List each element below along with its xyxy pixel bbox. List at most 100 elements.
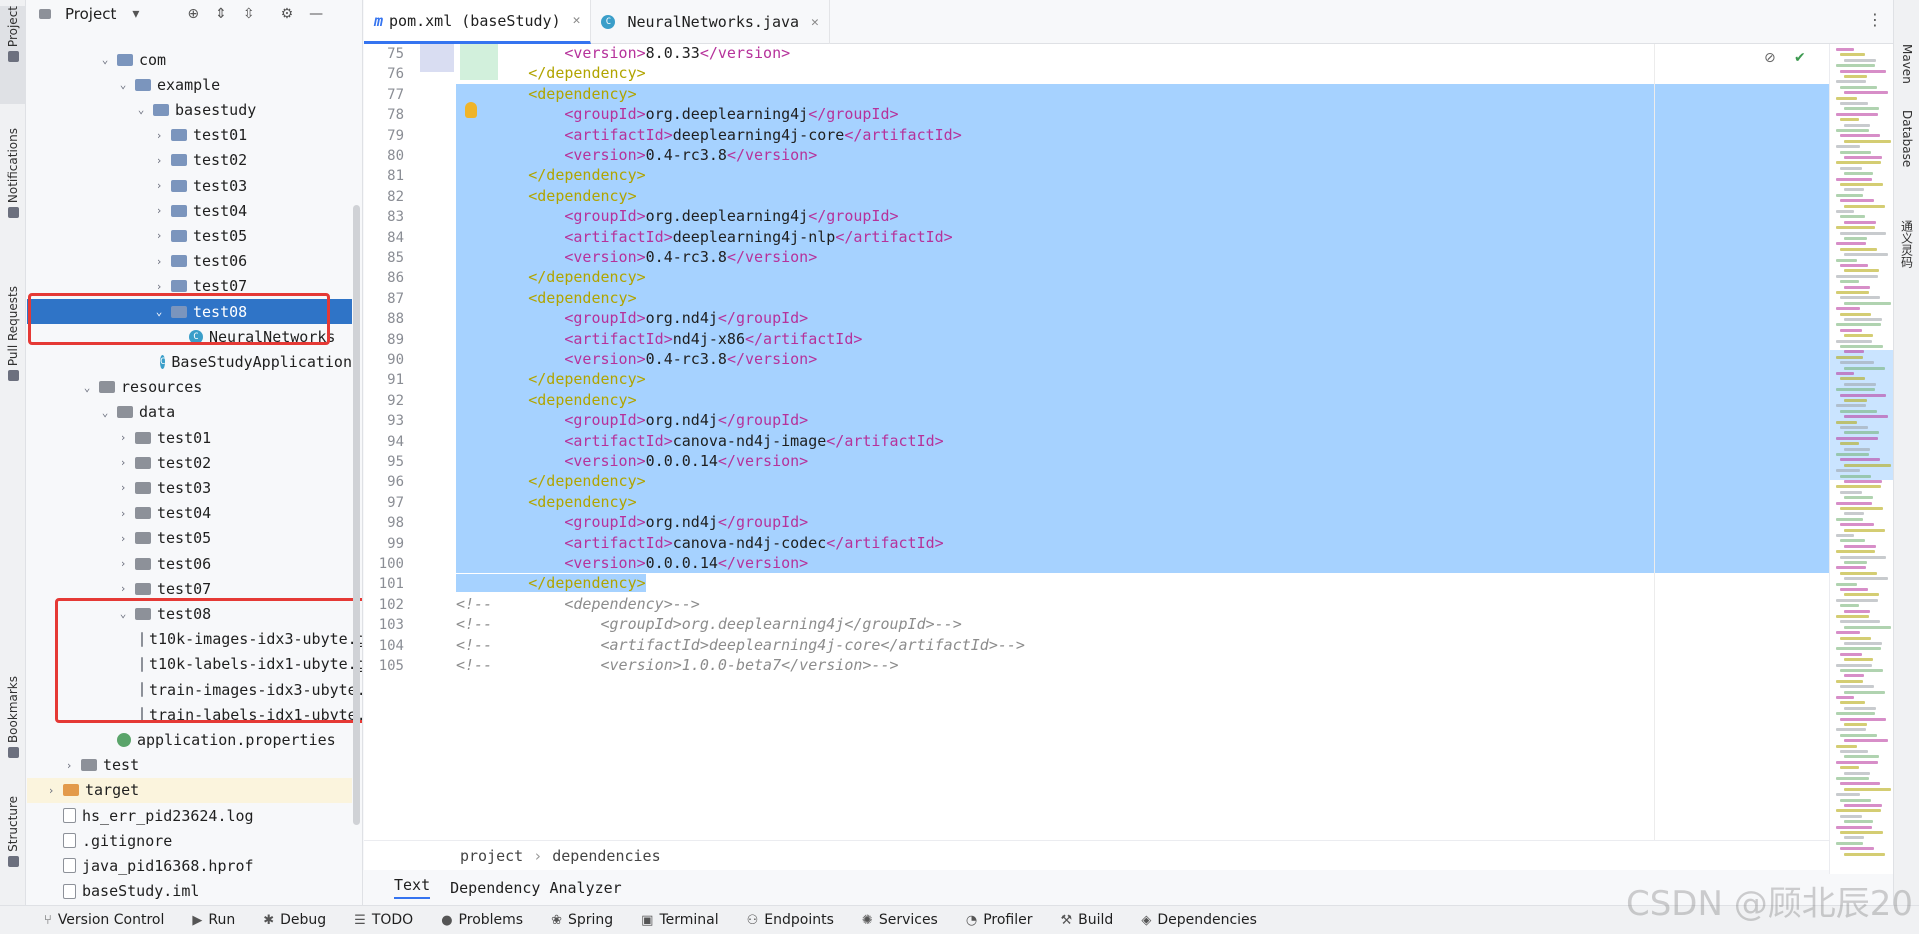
- code-line[interactable]: <groupId>org.nd4j</groupId>: [456, 512, 1829, 533]
- tool-tab-pull-requests[interactable]: Pull Requests: [0, 286, 26, 414]
- code-line[interactable]: </dependency>: [456, 63, 1829, 83]
- tree-item[interactable]: › test03: [27, 173, 352, 198]
- tree-item[interactable]: hs_err_pid23624.log: [27, 803, 352, 828]
- tree-item[interactable]: ⌄ data: [27, 400, 352, 425]
- tree-item[interactable]: baseStudy.iml: [27, 879, 352, 904]
- code-line[interactable]: <dependency>: [456, 491, 1829, 513]
- toolwindow-debug[interactable]: ✱ Debug: [263, 912, 326, 928]
- toolwindow-dependencies[interactable]: ◈ Dependencies: [1141, 912, 1257, 928]
- project-title[interactable]: Project: [65, 5, 116, 23]
- toolwindow-services[interactable]: ✺ Services: [862, 912, 938, 928]
- toolwindow-build[interactable]: ⚒ Build: [1061, 912, 1114, 928]
- tree-item[interactable]: › test04: [27, 501, 352, 526]
- toolwindow-terminal[interactable]: ▣ Terminal: [641, 912, 718, 928]
- tool-tab-bookmarks[interactable]: Bookmarks: [0, 676, 26, 772]
- code-line[interactable]: </dependency>: [456, 573, 1829, 593]
- chevron-right-icon[interactable]: ›: [153, 204, 165, 217]
- chevron-right-icon[interactable]: ›: [117, 582, 129, 595]
- chevron-down-icon[interactable]: ⌄: [81, 381, 93, 394]
- tree-item[interactable]: java_pid16368.hprof: [27, 853, 352, 878]
- breadcrumb-project[interactable]: project: [460, 847, 523, 865]
- toolwindow-endpoints[interactable]: ⚇ Endpoints: [747, 912, 834, 928]
- locate-icon[interactable]: ⊕: [187, 6, 199, 22]
- code-line[interactable]: <dependency>: [456, 185, 1829, 207]
- code-line[interactable]: <version>0.4-rc3.8</version>: [456, 145, 1829, 166]
- chevron-right-icon[interactable]: ›: [153, 154, 165, 167]
- chevron-right-icon[interactable]: ›: [117, 481, 129, 494]
- chevron-right-icon[interactable]: ›: [117, 507, 129, 520]
- more-options-icon[interactable]: ⋮: [1867, 10, 1883, 29]
- tool-tab-project[interactable]: Project: [0, 6, 26, 104]
- tree-item[interactable]: › test05: [27, 526, 352, 551]
- chevron-right-icon[interactable]: ›: [117, 456, 129, 469]
- code-line[interactable]: </dependency>: [456, 165, 1829, 186]
- close-icon[interactable]: ✕: [811, 15, 819, 30]
- code-line[interactable]: <version>0.4-rc3.8</version>: [456, 349, 1829, 370]
- code-line[interactable]: <artifactId>deeplearning4j-core</artifac…: [456, 124, 1829, 145]
- chevron-down-icon[interactable]: ⌄: [117, 78, 129, 91]
- toolwindow-spring[interactable]: ❀ Spring: [551, 912, 613, 928]
- tree-item[interactable]: ⌄ resources: [27, 375, 352, 400]
- chevron-right-icon[interactable]: ›: [153, 280, 165, 293]
- code-line[interactable]: </dependency>: [456, 267, 1829, 288]
- lightbulb-icon[interactable]: [465, 102, 477, 118]
- chevron-right-icon[interactable]: ›: [153, 179, 165, 192]
- tool-tab-notifications[interactable]: Notifications: [0, 128, 26, 258]
- project-scrollbar[interactable]: [353, 205, 360, 825]
- tab-neural-networks[interactable]: C NeuralNetworks.java ✕: [591, 0, 830, 44]
- minimap[interactable]: [1829, 44, 1893, 874]
- tree-item[interactable]: ⌄ example: [27, 72, 352, 97]
- toolwindow-profiler[interactable]: ◔ Profiler: [966, 912, 1033, 928]
- tab-dependency-analyzer[interactable]: Dependency Analyzer: [450, 879, 622, 897]
- chevron-down-icon[interactable]: ⌄: [135, 103, 147, 116]
- tree-item[interactable]: › target: [27, 777, 352, 803]
- tab-pom-xml[interactable]: m pom.xml (baseStudy) ✕: [364, 0, 592, 44]
- code-line[interactable]: <!-- <groupId>org.deeplearning4j</groupI…: [456, 614, 1829, 634]
- tree-item[interactable]: › test06: [27, 551, 352, 576]
- checkmark-icon[interactable]: ✔: [1794, 50, 1806, 66]
- minimize-icon[interactable]: —: [309, 6, 323, 22]
- tree-item[interactable]: › test02: [27, 148, 352, 173]
- tree-item[interactable]: ⌄ com: [27, 47, 352, 72]
- chevron-right-icon[interactable]: ›: [117, 532, 129, 545]
- tree-item[interactable]: › test01: [27, 123, 352, 148]
- code-line[interactable]: <!-- <artifactId>deeplearning4j-core</ar…: [456, 635, 1829, 655]
- code-line[interactable]: <groupId>org.nd4j</groupId>: [456, 308, 1829, 329]
- chevron-right-icon[interactable]: ›: [117, 557, 129, 570]
- tree-item[interactable]: .gitignore: [27, 828, 352, 853]
- chevron-down-icon[interactable]: ⌄: [99, 53, 111, 66]
- code-line[interactable]: <groupId>org.nd4j</groupId>: [456, 410, 1829, 431]
- tree-item[interactable]: › test06: [27, 249, 352, 274]
- chevron-right-icon[interactable]: ›: [63, 759, 75, 772]
- code-line[interactable]: <version>0.0.0.14</version>: [456, 553, 1829, 574]
- tree-item[interactable]: › test01: [27, 425, 352, 450]
- tool-tab-tongyi-lingma[interactable]: 通义灵码: [1894, 220, 1919, 300]
- toolwindow-run[interactable]: ▶ Run: [192, 912, 235, 928]
- chevron-right-icon[interactable]: ›: [117, 431, 129, 444]
- code-line[interactable]: <dependency>: [456, 389, 1829, 411]
- chevron-right-icon[interactable]: ›: [153, 129, 165, 142]
- code-line[interactable]: <dependency>: [456, 83, 1829, 105]
- chevron-right-icon[interactable]: ›: [45, 784, 57, 797]
- code-line[interactable]: <version>0.4-rc3.8</version>: [456, 247, 1829, 268]
- tree-item[interactable]: › test02: [27, 450, 352, 475]
- code-line[interactable]: <!-- <version>1.0.0-beta7</version>-->: [456, 655, 1829, 675]
- tree-item[interactable]: › test05: [27, 223, 352, 248]
- code-line[interactable]: </dependency>: [456, 471, 1829, 492]
- tree-item[interactable]: › test: [27, 753, 352, 778]
- breadcrumb-dependencies[interactable]: dependencies: [552, 847, 660, 865]
- code-line[interactable]: <groupId>org.deeplearning4j</groupId>: [456, 104, 1829, 125]
- expand-all-icon[interactable]: ⇕: [215, 6, 227, 22]
- code-line[interactable]: <artifactId>nd4j-x86</artifactId>: [456, 328, 1829, 349]
- code-line[interactable]: <groupId>org.deeplearning4j</groupId>: [456, 206, 1829, 227]
- chevron-right-icon[interactable]: ›: [153, 229, 165, 242]
- code-line[interactable]: </dependency>: [456, 369, 1829, 390]
- close-icon[interactable]: ✕: [573, 13, 581, 28]
- tab-text[interactable]: Text: [394, 876, 431, 899]
- tool-tab-maven[interactable]: Maven: [1894, 44, 1919, 104]
- reader-mode-icon[interactable]: ⊘: [1764, 50, 1776, 66]
- code-line[interactable]: <artifactId>canova-nd4j-codec</artifactI…: [456, 532, 1829, 553]
- code-line[interactable]: <dependency>: [456, 287, 1829, 309]
- chevron-right-icon[interactable]: ›: [153, 255, 165, 268]
- code-line[interactable]: <artifactId>canova-nd4j-image</artifactI…: [456, 430, 1829, 451]
